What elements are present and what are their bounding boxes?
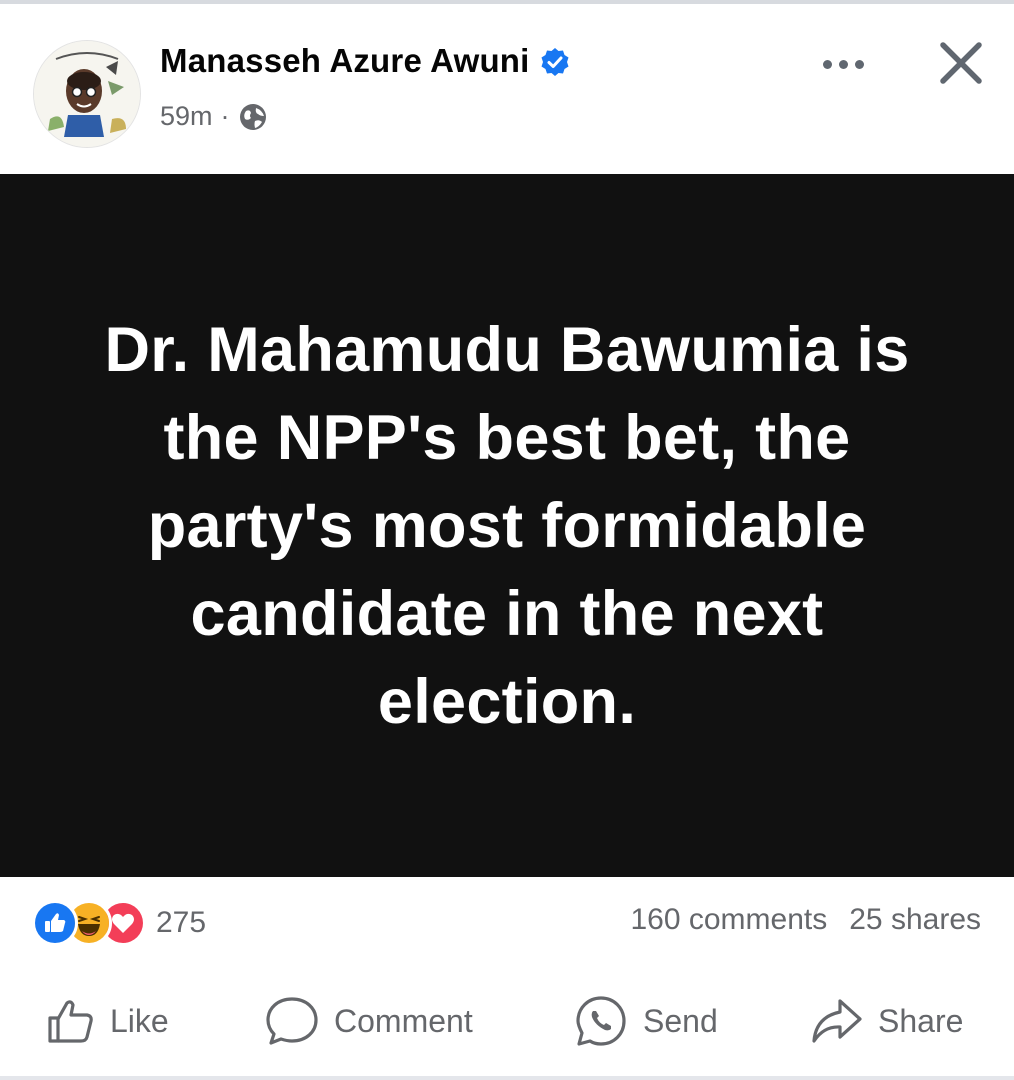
close-button[interactable] <box>935 37 987 89</box>
post-meta: 59m · <box>160 101 268 132</box>
send-button[interactable]: Send <box>573 995 718 1047</box>
globe-icon <box>238 102 268 132</box>
author-name[interactable]: Manasseh Azure Awuni <box>160 42 530 80</box>
post-stats-bar: 275 160 comments 25 shares <box>0 877 1014 965</box>
like-button[interactable]: Like <box>44 995 169 1047</box>
meta-separator: · <box>220 101 230 131</box>
share-button[interactable]: Share <box>808 995 963 1047</box>
avatar-caricature-icon <box>34 41 140 147</box>
like-reaction-icon <box>32 900 78 946</box>
more-options-button[interactable] <box>808 46 878 82</box>
share-arrow-icon <box>812 999 862 1043</box>
post-image[interactable]: Dr. Mahamudu Bawumia is the NPP's best b… <box>0 174 1014 877</box>
more-dot-icon <box>838 59 848 69</box>
whatsapp-icon <box>576 996 626 1046</box>
post-header: Manasseh Azure Awuni 59m · <box>0 4 1014 174</box>
post-action-bar: Like Comment Send Share <box>0 965 1014 1080</box>
reactions-summary[interactable]: 275 <box>32 900 206 946</box>
share-label: Share <box>878 1002 964 1039</box>
like-label: Like <box>110 1002 169 1039</box>
comment-bubble-icon <box>266 997 318 1045</box>
reaction-count[interactable]: 275 <box>156 906 206 940</box>
more-dot-icon <box>854 59 864 69</box>
comment-label: Comment <box>334 1002 473 1039</box>
send-label: Send <box>643 1002 718 1039</box>
engagement-counts: 160 comments 25 shares <box>630 903 981 937</box>
author-name-row: Manasseh Azure Awuni <box>160 42 570 80</box>
comments-count[interactable]: 160 comments <box>630 903 827 937</box>
comment-button[interactable]: Comment <box>264 995 473 1047</box>
thumbs-up-icon <box>48 1000 93 1043</box>
more-dot-icon <box>822 59 832 69</box>
post-time[interactable]: 59m <box>160 101 213 132</box>
bottom-divider <box>0 1076 1014 1080</box>
author-avatar[interactable] <box>33 40 141 148</box>
post-image-text: Dr. Mahamudu Bawumia is the NPP's best b… <box>104 314 910 737</box>
shares-count[interactable]: 25 shares <box>849 903 981 937</box>
close-icon <box>940 42 982 84</box>
verified-badge-icon <box>540 47 570 77</box>
